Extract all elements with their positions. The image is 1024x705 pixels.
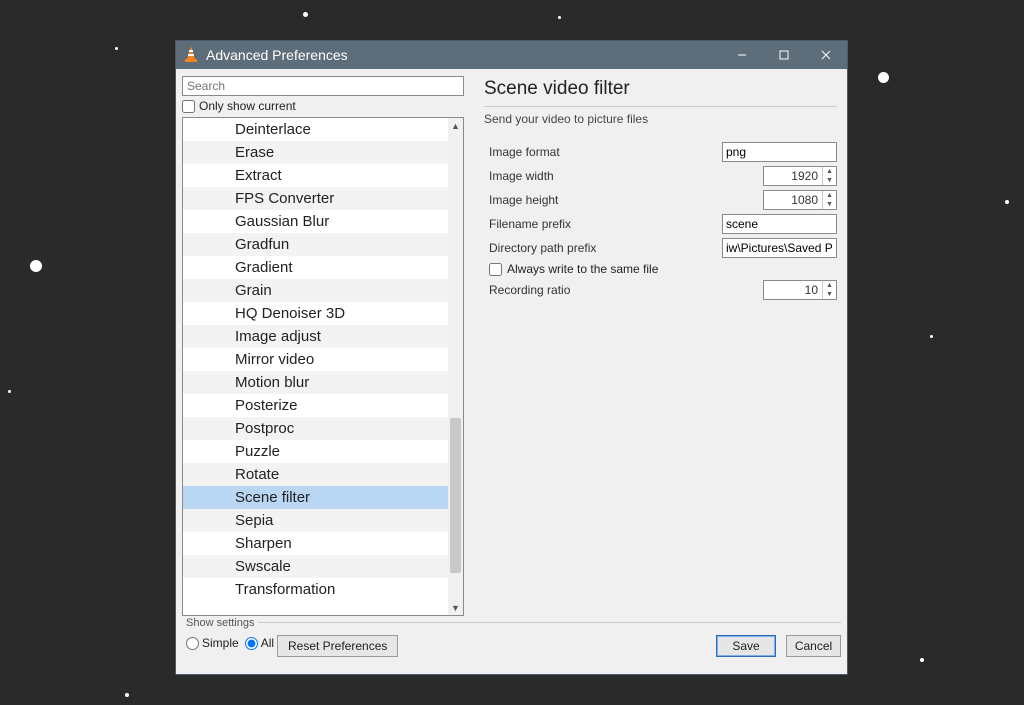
tree-item[interactable]: Gradfun bbox=[183, 233, 448, 256]
tree-item[interactable]: Sepia bbox=[183, 509, 448, 532]
tree-item[interactable]: Gaussian Blur bbox=[183, 210, 448, 233]
settings-tree: DeinterlaceEraseExtractFPS ConverterGaus… bbox=[182, 117, 464, 616]
image-height-spinbox[interactable]: 1080 ▲▼ bbox=[763, 190, 837, 210]
tree-item[interactable]: Sharpen bbox=[183, 532, 448, 555]
recording-ratio-spinbox[interactable]: 10 ▲▼ bbox=[763, 280, 837, 300]
left-panel: Only show current DeinterlaceEraseExtrac… bbox=[182, 76, 464, 616]
always-write-input[interactable] bbox=[489, 263, 502, 276]
reset-preferences-button[interactable]: Reset Preferences bbox=[277, 635, 398, 657]
maximize-button[interactable] bbox=[763, 41, 805, 69]
only-show-current-input[interactable] bbox=[182, 100, 195, 113]
cancel-button[interactable]: Cancel bbox=[786, 635, 841, 657]
scroll-up-icon[interactable]: ▲ bbox=[448, 118, 463, 133]
always-write-label: Always write to the same file bbox=[507, 262, 658, 276]
image-height-label: Image height bbox=[484, 193, 763, 207]
scroll-thumb[interactable] bbox=[450, 418, 461, 573]
tree-item[interactable]: Deinterlace bbox=[183, 118, 448, 141]
tree-item[interactable]: Grain bbox=[183, 279, 448, 302]
spin-down-icon[interactable]: ▼ bbox=[823, 176, 836, 185]
tree-item[interactable]: Postproc bbox=[183, 417, 448, 440]
directory-label: Directory path prefix bbox=[484, 241, 722, 255]
recording-ratio-label: Recording ratio bbox=[484, 283, 763, 297]
footer: Show settings Simple All Reset Preferenc… bbox=[182, 622, 841, 668]
minimize-button[interactable] bbox=[721, 41, 763, 69]
tree-item[interactable]: Scene filter bbox=[183, 486, 448, 509]
close-button[interactable] bbox=[805, 41, 847, 69]
tree-item[interactable]: Posterize bbox=[183, 394, 448, 417]
simple-radio[interactable]: Simple bbox=[186, 636, 239, 650]
image-format-label: Image format bbox=[484, 145, 722, 159]
always-write-checkbox[interactable]: Always write to the same file bbox=[489, 262, 837, 276]
vlc-cone-icon bbox=[184, 46, 198, 65]
tree-item[interactable]: Motion blur bbox=[183, 371, 448, 394]
scroll-down-icon[interactable]: ▼ bbox=[448, 600, 463, 615]
search-input[interactable] bbox=[182, 76, 464, 96]
tree-item[interactable]: Extract bbox=[183, 164, 448, 187]
image-width-spinbox[interactable]: 1920 ▲▼ bbox=[763, 166, 837, 186]
panel-subtitle: Send your video to picture files bbox=[484, 112, 837, 126]
show-settings-label: Show settings bbox=[182, 617, 258, 629]
spin-up-icon[interactable]: ▲ bbox=[823, 167, 836, 176]
image-height-value: 1080 bbox=[764, 193, 822, 207]
tree-item[interactable]: Image adjust bbox=[183, 325, 448, 348]
tree-item[interactable]: Erase bbox=[183, 141, 448, 164]
spin-down-icon[interactable]: ▼ bbox=[823, 290, 836, 299]
tree-item[interactable]: Puzzle bbox=[183, 440, 448, 463]
settings-panel: Scene video filter Send your video to pi… bbox=[464, 76, 841, 616]
panel-title: Scene video filter bbox=[484, 78, 837, 100]
tree-item[interactable]: Transformation bbox=[183, 578, 448, 601]
filename-prefix-input[interactable] bbox=[722, 214, 837, 234]
directory-input[interactable] bbox=[722, 238, 837, 258]
tree-item[interactable]: Swscale bbox=[183, 555, 448, 578]
window-title: Advanced Preferences bbox=[206, 47, 721, 63]
tree-scrollbar[interactable]: ▲ ▼ bbox=[448, 118, 463, 615]
recording-ratio-value: 10 bbox=[764, 283, 822, 297]
spin-up-icon[interactable]: ▲ bbox=[823, 281, 836, 290]
tree-item[interactable]: Mirror video bbox=[183, 348, 448, 371]
all-radio[interactable]: All bbox=[245, 636, 274, 650]
only-show-current-label: Only show current bbox=[199, 99, 296, 113]
spin-up-icon[interactable]: ▲ bbox=[823, 191, 836, 200]
preferences-window: Advanced Preferences Only show current D… bbox=[175, 40, 848, 675]
save-button[interactable]: Save bbox=[716, 635, 776, 657]
titlebar[interactable]: Advanced Preferences bbox=[176, 41, 847, 69]
tree-item[interactable]: FPS Converter bbox=[183, 187, 448, 210]
filename-prefix-label: Filename prefix bbox=[484, 217, 722, 231]
tree-item[interactable]: HQ Denoiser 3D bbox=[183, 302, 448, 325]
only-show-current-checkbox[interactable]: Only show current bbox=[182, 99, 464, 113]
spin-down-icon[interactable]: ▼ bbox=[823, 200, 836, 209]
image-width-label: Image width bbox=[484, 169, 763, 183]
tree-item[interactable]: Rotate bbox=[183, 463, 448, 486]
image-width-value: 1920 bbox=[764, 169, 822, 183]
image-format-input[interactable] bbox=[722, 142, 837, 162]
tree-item[interactable]: Gradient bbox=[183, 256, 448, 279]
